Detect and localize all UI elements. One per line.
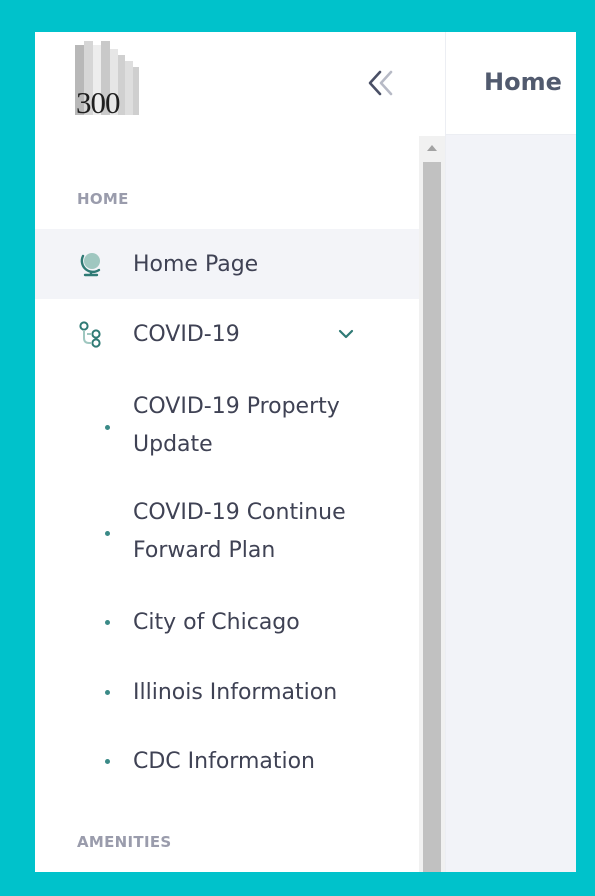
main-content: Home: [446, 32, 576, 872]
sidebar: 300 HOME Home Page COVID-19 COVID-19 Pro…: [35, 32, 446, 872]
bullet-dot: [105, 531, 110, 536]
globe-icon: [77, 250, 105, 278]
sidebar-item-home-page[interactable]: Home Page: [35, 229, 419, 299]
sidebar-subitem-cdc-information[interactable]: CDC Information: [35, 739, 419, 785]
scrollbar-thumb[interactable]: [423, 162, 441, 872]
sidebar-subitem-label: City of Chicago: [133, 610, 300, 635]
logo[interactable]: 300: [73, 41, 149, 120]
sidebar-item-label: COVID-19: [133, 321, 240, 347]
bullet-dot: [105, 759, 110, 764]
sidebar-subitem-city-of-chicago[interactable]: City of Chicago: [35, 600, 419, 646]
bullet-dot: [105, 620, 110, 625]
app-window: 300 HOME Home Page COVID-19 COVID-19 Pro…: [35, 32, 576, 872]
brand-area: 300: [35, 32, 445, 136]
workflow-icon: [77, 320, 105, 348]
bullet-dot: [105, 690, 110, 695]
sidebar-item-label: Home Page: [133, 251, 259, 277]
chevron-down-icon[interactable]: [335, 323, 357, 345]
sidebar-menu: HOME Home Page COVID-19 COVID-19 Propert…: [35, 136, 419, 872]
header-bar: Home: [446, 32, 576, 135]
scroll-up-arrow-icon[interactable]: [419, 136, 445, 160]
sidebar-subitem-label: CDC Information: [133, 749, 316, 774]
section-label-home: HOME: [77, 190, 129, 208]
sidebar-item-covid-19[interactable]: COVID-19: [35, 299, 419, 369]
collapse-sidebar-button[interactable]: [365, 68, 401, 98]
bullet-dot: [105, 425, 110, 430]
logo-text: 300: [76, 85, 120, 120]
double-chevron-left-icon: [368, 70, 393, 96]
sidebar-subitem-label: Illinois Information: [133, 680, 338, 705]
sidebar-scrollbar[interactable]: [419, 136, 445, 872]
sidebar-subitem-covid-continue-forward-plan[interactable]: COVID-19 Continue Forward Plan: [35, 490, 419, 574]
page-title: Home: [484, 68, 562, 96]
sidebar-subitem-illinois-information[interactable]: Illinois Information: [35, 670, 419, 716]
sidebar-subitem-covid-property-update[interactable]: COVID-19 Property Update: [35, 384, 419, 468]
sidebar-subitem-label: COVID-19 Property Update: [133, 394, 340, 457]
sidebar-subitem-label: COVID-19 Continue Forward Plan: [133, 500, 346, 563]
section-label-amenities: AMENITIES: [77, 833, 172, 851]
